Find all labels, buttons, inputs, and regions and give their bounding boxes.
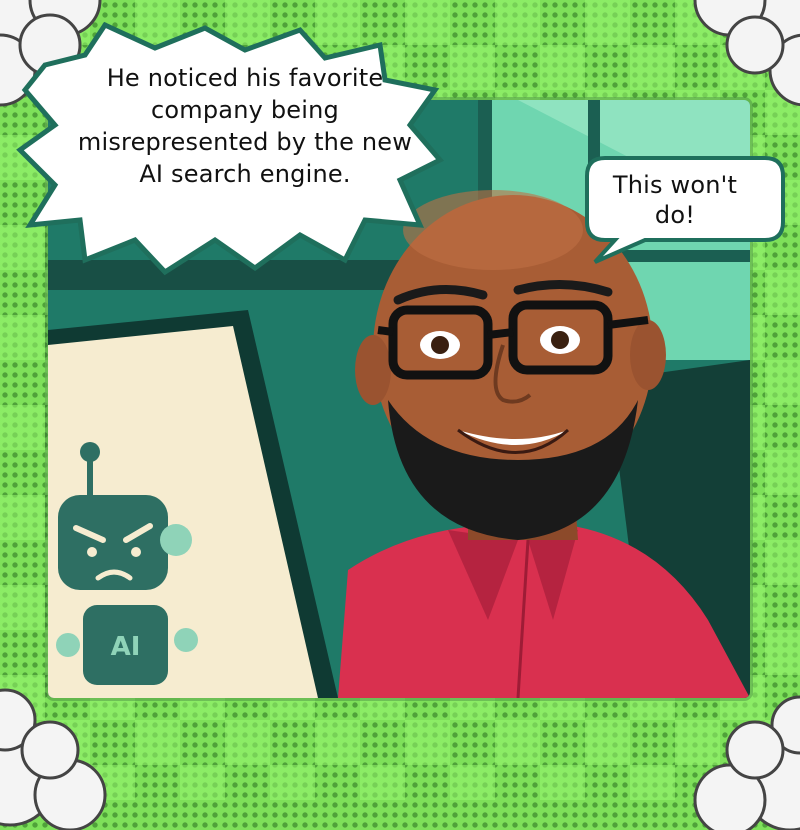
- cloud-decoration-bottom-left: [0, 688, 107, 830]
- speech-text: This won't do!: [612, 171, 738, 229]
- robot-ai-badge: AI: [110, 632, 141, 662]
- cloud-decoration-bottom-right: [693, 695, 800, 830]
- cloud-decoration-top-right: [693, 0, 800, 107]
- narration-text: He noticed his favorite company being mi…: [77, 64, 413, 188]
